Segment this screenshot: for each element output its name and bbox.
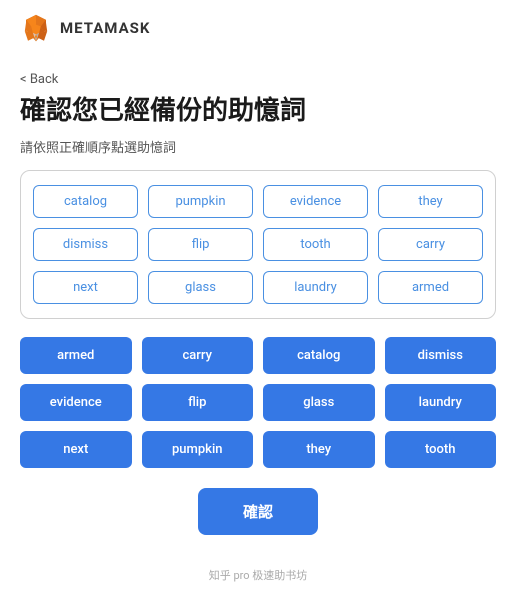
selected-word-chip[interactable]: next [20, 431, 132, 468]
available-word-chip[interactable]: armed [378, 271, 483, 304]
selected-word-chip[interactable]: catalog [263, 337, 375, 374]
available-words-grid: catalog pumpkin evidence they dismiss fliptoo… [33, 185, 483, 304]
back-button[interactable]: < Back [20, 72, 58, 87]
selected-word-chip[interactable]: carry [142, 337, 254, 374]
metamask-logo-icon [20, 12, 52, 44]
selected-word-chip[interactable]: glass [263, 384, 375, 421]
available-word-chip[interactable]: next [33, 271, 138, 304]
available-word-chip[interactable]: pumpkin [148, 185, 253, 218]
page-title: 確認您已經備份的助憶詞 [20, 95, 496, 129]
available-word-chip[interactable]: glass [148, 271, 253, 304]
selected-word-chip[interactable]: they [263, 431, 375, 468]
app-name: METAMASK [60, 19, 150, 37]
subtitle: 請依照正確順序點選助憶詞 [20, 137, 496, 156]
available-word-chip[interactable]: evidence [263, 185, 368, 218]
available-word-chip[interactable]: flip [148, 228, 253, 261]
selected-word-chip[interactable]: laundry [385, 384, 497, 421]
word-selection-box: catalog pumpkin evidence they dismiss fliptoo… [20, 170, 496, 319]
selected-word-chip[interactable]: armed [20, 337, 132, 374]
available-word-chip[interactable]: dismiss [33, 228, 138, 261]
selected-word-chip[interactable]: pumpkin [142, 431, 254, 468]
selected-word-chip[interactable]: tooth [385, 431, 497, 468]
selected-word-chip[interactable]: flip [142, 384, 254, 421]
available-word-chip[interactable]: tooth [263, 228, 368, 261]
available-word-chip[interactable]: carry [378, 228, 483, 261]
available-word-chip[interactable]: catalog [33, 185, 138, 218]
selected-words-grid: armed carrycatalog dismiss evidence flipglas… [20, 337, 496, 468]
footer-watermark: 知乎 pro 极速助书坊 [0, 559, 516, 587]
available-word-chip[interactable]: laundry [263, 271, 368, 304]
selected-word-chip[interactable]: evidence [20, 384, 132, 421]
selected-word-chip[interactable]: dismiss [385, 337, 497, 374]
app-header: METAMASK [0, 0, 516, 52]
available-word-chip[interactable]: they [378, 185, 483, 218]
confirm-button[interactable]: 確認 [198, 488, 318, 535]
